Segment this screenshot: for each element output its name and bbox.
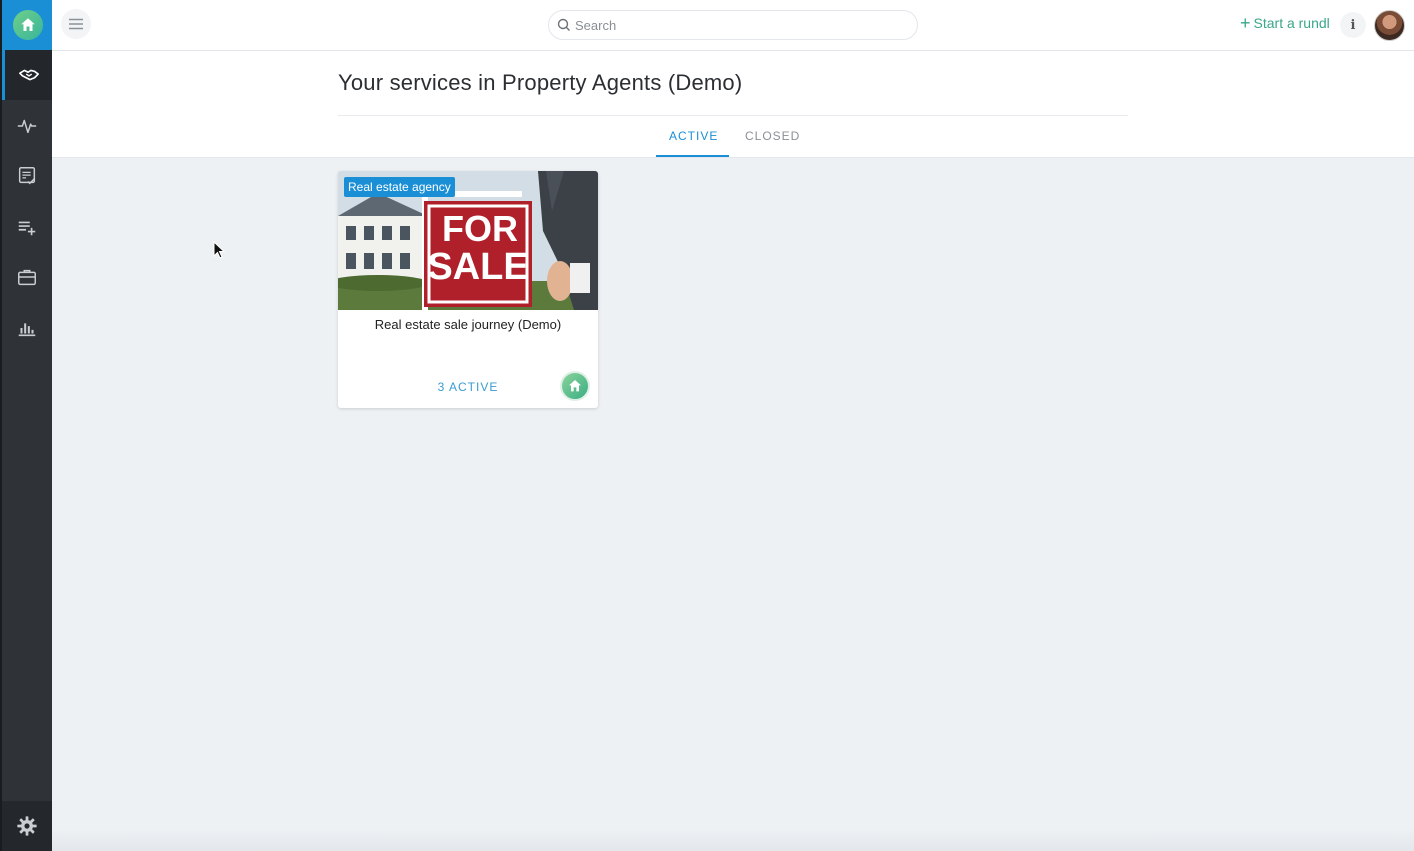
- info-icon: i: [1350, 17, 1356, 33]
- sign-text-for: FOR: [442, 208, 518, 249]
- tab-active-underline: [656, 155, 729, 157]
- hamburger-icon: [69, 18, 83, 30]
- search-box[interactable]: [548, 10, 918, 40]
- sidebar-item-reports[interactable]: [2, 303, 52, 353]
- page-header: Your services in Property Agents (Demo) …: [52, 51, 1414, 158]
- activity-icon: [17, 119, 37, 134]
- sign-text-sale: SALE: [427, 246, 528, 288]
- page-title: Your services in Property Agents (Demo): [338, 70, 743, 95]
- search-icon: [557, 18, 570, 31]
- card-image: FOR SALE Real estate agency: [338, 171, 598, 310]
- briefcase-icon: [18, 269, 36, 286]
- tab-active[interactable]: ACTIVE: [669, 129, 718, 143]
- bar-chart-icon: [18, 323, 36, 337]
- start-rundl-button[interactable]: + Start a rundl: [1240, 13, 1330, 33]
- hamburger-menu-button[interactable]: [61, 9, 91, 39]
- sidebar-item-activity[interactable]: [2, 101, 52, 151]
- search-input[interactable]: [575, 17, 895, 33]
- info-button[interactable]: i: [1340, 12, 1366, 38]
- mouse-cursor-icon: [213, 241, 225, 259]
- sidebar: [0, 0, 54, 851]
- sidebar-item-briefcase[interactable]: [2, 252, 52, 302]
- active-count-link[interactable]: 3 ACTIVE: [338, 380, 598, 394]
- home-logo[interactable]: [2, 0, 54, 50]
- sidebar-item-tasks[interactable]: [2, 151, 52, 201]
- service-card[interactable]: FOR SALE Real estate agency Real estate …: [338, 171, 598, 408]
- divider: [338, 115, 1128, 116]
- card-title[interactable]: Real estate sale journey (Demo): [338, 317, 598, 332]
- checklist-icon: [18, 167, 36, 185]
- start-rundl-label: Start a rundl: [1253, 15, 1330, 31]
- category-tag: Real estate agency: [344, 177, 455, 197]
- sidebar-item-add-list[interactable]: [2, 202, 52, 252]
- settings-button[interactable]: [2, 801, 52, 851]
- top-bar: + Start a rundl i: [52, 0, 1414, 51]
- bottom-shadow: [52, 829, 1414, 851]
- add-list-icon: [18, 221, 36, 236]
- plus-icon: +: [1240, 13, 1251, 33]
- gear-icon: [17, 816, 37, 836]
- home-icon: [569, 380, 581, 392]
- handshake-icon: [18, 69, 39, 81]
- tab-closed[interactable]: CLOSED: [745, 129, 800, 143]
- user-avatar[interactable]: [1374, 10, 1405, 41]
- home-badge: [560, 371, 590, 401]
- home-icon: [13, 10, 43, 40]
- sidebar-item-services[interactable]: [2, 50, 52, 100]
